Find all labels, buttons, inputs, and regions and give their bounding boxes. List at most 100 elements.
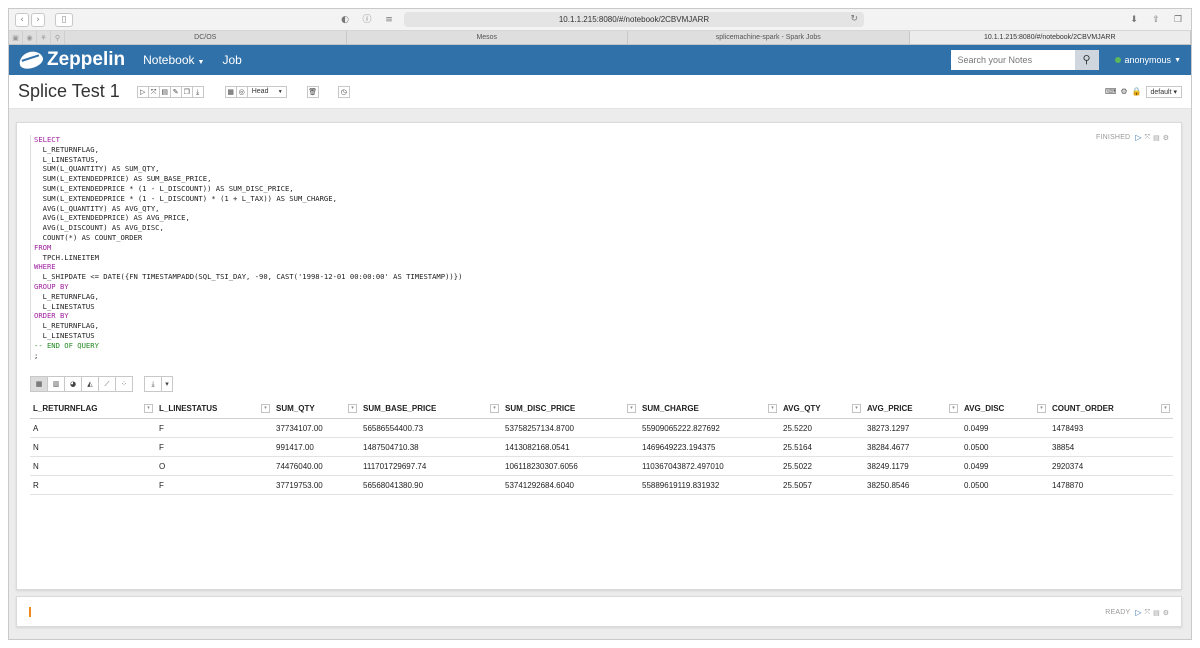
table-cell: F [159,442,164,452]
pinned-tab-icon[interactable]: ⚲ [51,31,65,44]
share-icon[interactable]: ⇪ [1149,13,1163,27]
settings-icon[interactable]: ⚙ [1120,87,1127,96]
download-icon[interactable]: ⬇ [1127,13,1141,27]
column-menu-icon[interactable]: ▾ [768,404,777,413]
column-header[interactable]: L_LINESTATUS ▾ [156,399,273,418]
table-cell: 38854 [1052,442,1075,452]
search-icon[interactable]: ⚲ [1074,50,1099,70]
table-cell: 56586554400.73 [363,423,424,433]
column-header[interactable]: COUNT_ORDER ▾ [1049,399,1173,418]
column-header[interactable]: L_RETURNFLAG ▾ [30,399,156,418]
url-text: 10.1.1.215:8080/#/notebook/2CBVMJARR [558,15,710,24]
paragraph-controls: READY ▷ ⤧ ▤ ⚙ [1105,608,1169,617]
interpreter-select[interactable]: default ▾ [1145,85,1182,98]
code-editor[interactable]: SELECT L_RETURNFLAG, L_LINESTATUS, SUM(L… [30,135,930,361]
column-header[interactable]: AVG_PRICE ▾ [864,399,961,418]
toggle-output-icon[interactable]: ▤ [1153,609,1160,617]
safari-toolbar: ‹ › ▯ ◐ ⓘ ≡ 10.1.1.215:8080/#/notebook/2… [9,9,1191,31]
pinned-tab-icon[interactable]: ◉ [23,31,37,44]
line-chart-icon[interactable]: ⟋ [98,376,116,392]
toggle-output-icon[interactable]: ▤ [1153,134,1160,142]
code-line: WHERE [34,262,56,272]
reload-icon[interactable]: ↻ [850,12,858,27]
sidebar-icon[interactable]: ▯ [55,12,73,27]
column-header[interactable]: SUM_DISC_PRICE ▾ [502,399,639,418]
table-cell: F [159,423,164,433]
trash-icon[interactable]: 🗑 [306,85,319,98]
reader-icon[interactable]: ≡ [382,13,396,27]
code-line: L_LINESTATUS, [34,154,99,164]
bar-chart-icon[interactable]: ▥ [47,376,65,392]
table-view-icon[interactable]: ▦ [30,376,48,392]
info-icon[interactable]: ⓘ [360,13,374,27]
lock-icon[interactable]: 🔒 [1132,87,1142,96]
paragraph: FINISHED ▷ ⤧ ▤ ⚙ SELECT L_RETURNFLAG, L_… [16,122,1182,590]
tabs-icon[interactable]: ❐ [1171,13,1185,27]
browser-tab[interactable]: splicemachine-spark - Spark Jobs [628,31,910,44]
column-header[interactable]: AVG_QTY ▾ [780,399,864,418]
pinned-tab-icon[interactable]: ▣ [9,31,23,44]
table-cell: 0.0500 [964,480,989,490]
column-menu-icon[interactable]: ▾ [261,404,270,413]
table-cell: 1469649223.194375 [642,442,716,452]
nav-notebook[interactable]: Notebook ▼ [143,53,204,67]
notebook-title[interactable]: Splice Test 1 [18,81,120,102]
column-menu-icon[interactable]: ▾ [144,404,153,413]
column-menu-icon[interactable]: ▾ [348,404,357,413]
column-menu-icon[interactable]: ▾ [1037,404,1046,413]
code-line: -- END OF QUERY [34,340,99,350]
keyboard-icon[interactable]: ⌨ [1105,87,1117,96]
column-menu-icon[interactable]: ▾ [490,404,499,413]
editor-cursor [29,607,31,617]
caret-down-icon[interactable]: ▾ [161,376,173,392]
table-cell: 25.5164 [783,442,812,452]
table-cell: 38249.1179 [867,461,909,471]
table-cell: 2920374 [1052,461,1084,471]
toggle-editor-icon[interactable]: ⤧ [1144,133,1150,142]
search-input[interactable] [950,50,1075,70]
browser-tab[interactable]: DC/OS [65,31,347,44]
run-icon[interactable]: ▷ [1135,133,1141,142]
table-cell: F [159,480,164,490]
back-icon[interactable]: ‹ [15,12,29,27]
column-header[interactable]: SUM_QTY ▾ [273,399,360,418]
code-line: SUM(L_EXTENDEDPRICE * (1 - L_DISCOUNT) *… [34,193,337,203]
table-row: N F 991417.00 1487504710.38 1413082168.0… [30,438,1173,457]
area-chart-icon[interactable]: ◭ [81,376,99,392]
search-box: ⚲ [950,50,1099,70]
table-cell: 1413082168.0541 [505,442,570,452]
zeppelin-logo[interactable]: Zeppelin [17,48,125,72]
toggle-editor-icon[interactable]: ⤧ [1144,608,1150,617]
code-line: L_RETURNFLAG, [34,321,99,331]
column-menu-icon[interactable]: ▾ [627,404,636,413]
code-line: AVG(L_DISCOUNT) AS AVG_DISC, [34,223,164,233]
privacy-icon[interactable]: ◐ [338,13,352,27]
notebook-toolbar: Splice Test 1 ▷ ⤧ ▤ ✎ ❐ ⤓ ▦ ◎ Head ▼ 🗑 ◷ … [9,75,1191,109]
nav-job[interactable]: Job [222,53,241,67]
code-line: L_LINESTATUS [34,301,95,311]
settings-icon[interactable]: ⚙ [1163,134,1169,142]
column-menu-icon[interactable]: ▾ [949,404,958,413]
column-menu-icon[interactable]: ▾ [1161,404,1170,413]
user-menu[interactable]: anonymous ▼ [1114,55,1181,65]
export-icon[interactable]: ⤓ [191,85,204,98]
scheduler-icon[interactable]: ◷ [337,85,350,98]
scatter-chart-icon[interactable]: ⁘ [115,376,133,392]
pinned-tab-icon[interactable]: ⚘ [37,31,51,44]
table-cell: 1487504710.38 [363,442,419,452]
run-icon[interactable]: ▷ [1135,608,1141,617]
browser-tab[interactable]: Mesos [347,31,628,44]
pie-chart-icon[interactable]: ◕ [64,376,82,392]
browser-tab-active[interactable]: 10.1.1.215:8080/#/notebook/2CBVMJARR [909,31,1191,44]
head-select[interactable]: Head ▼ [246,85,287,98]
settings-icon[interactable]: ⚙ [1163,609,1169,617]
column-header[interactable]: AVG_DISC ▾ [961,399,1049,418]
column-menu-icon[interactable]: ▾ [852,404,861,413]
address-bar[interactable]: 10.1.1.215:8080/#/notebook/2CBVMJARR ↻ [404,12,864,27]
paragraph-empty[interactable]: READY ▷ ⤧ ▤ ⚙ [16,596,1182,627]
column-header[interactable]: SUM_BASE_PRICE ▾ [360,399,502,418]
forward-icon[interactable]: › [31,12,45,27]
column-header[interactable]: SUM_CHARGE ▾ [639,399,780,418]
download-icon[interactable]: ⤓ [144,376,162,392]
table-cell: 38250.8546 [867,480,910,490]
